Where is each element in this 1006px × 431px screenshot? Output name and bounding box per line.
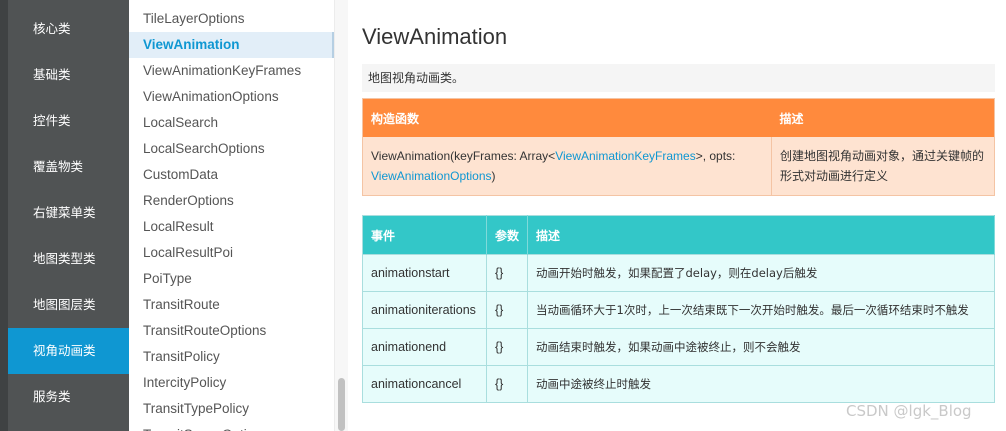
page-title: ViewAnimation xyxy=(362,24,508,49)
event-name: animationend xyxy=(362,328,487,366)
category-overlay[interactable]: 覆盖物类 xyxy=(8,144,129,190)
watermark: CSDN @lgk_Blog xyxy=(846,402,972,420)
table-row: animationstart {} 动画开始时触发，如果配置了delay，则在d… xyxy=(362,254,995,292)
category-map-type[interactable]: 地图类型类 xyxy=(8,236,129,282)
event-desc: 动画开始时触发，如果配置了delay，则在delay后触发 xyxy=(527,254,995,292)
event-params: {} xyxy=(486,254,528,292)
events-header-params: 参数 xyxy=(486,215,528,255)
events-header-event: 事件 xyxy=(362,215,487,255)
class-item[interactable]: LocalResultPoi xyxy=(129,240,334,266)
event-name: animationstart xyxy=(362,254,487,292)
nav-edge xyxy=(0,0,8,431)
event-desc: 当动画循环大于1次时，上一次结束既下一次开始时触发。最后一次循环结束时不触发 xyxy=(527,291,995,329)
events-table: 事件 参数 描述 animationstart {} 动画开始时触发，如果配置了… xyxy=(362,215,995,403)
event-desc: 动画中途被终止时触发 xyxy=(527,365,995,403)
class-list: TileLayerOptions ViewAnimation ViewAnima… xyxy=(129,0,348,431)
class-item[interactable]: TransitRouteOptions xyxy=(129,318,334,344)
table-row: animationcancel {} 动画中途被终止时触发 xyxy=(362,365,995,403)
event-params: {} xyxy=(486,365,528,403)
event-name: animationcancel xyxy=(362,365,487,403)
constructor-table: 构造函数 描述 ViewAnimation(keyFrames: Array<V… xyxy=(362,98,995,196)
category-service[interactable]: 服务类 xyxy=(8,374,129,420)
class-item[interactable]: TransitRoute xyxy=(129,292,334,318)
class-item[interactable]: TransitPolicy xyxy=(129,344,334,370)
category-core[interactable]: 核心类 xyxy=(8,6,129,52)
class-description: 地图视角动画类。 xyxy=(362,64,995,92)
category-control[interactable]: 控件类 xyxy=(8,98,129,144)
ctor-sig-suffix: ) xyxy=(491,169,496,183)
scrollbar-thumb[interactable] xyxy=(338,378,345,431)
ctor-description: 创建地图视角动画对象，通过关键帧的形式对动画进行定义 xyxy=(771,137,995,196)
category-base[interactable]: 基础类 xyxy=(8,52,129,98)
class-item-active[interactable]: ViewAnimation xyxy=(129,32,334,58)
class-item[interactable]: PoiType xyxy=(129,266,334,292)
link-keyframes[interactable]: ViewAnimationKeyFrames xyxy=(555,149,696,163)
event-params: {} xyxy=(486,291,528,329)
category-context-menu[interactable]: 右键菜单类 xyxy=(8,190,129,236)
class-item[interactable]: LocalSearch xyxy=(129,110,334,136)
class-list-scrollbar[interactable] xyxy=(334,0,348,431)
class-item[interactable]: IntercityPolicy xyxy=(129,370,334,396)
ctor-signature: ViewAnimation(keyFrames: Array<ViewAnima… xyxy=(362,137,772,196)
class-item[interactable]: ViewAnimationKeyFrames xyxy=(129,58,334,84)
class-item[interactable]: TileLayerOptions xyxy=(129,6,334,32)
event-name: animationiterations xyxy=(362,291,487,329)
category-view-animation[interactable]: 视角动画类 xyxy=(8,328,129,374)
category-nav: 核心类 基础类 控件类 覆盖物类 右键菜单类 地图类型类 地图图层类 视角动画类… xyxy=(0,0,129,431)
table-row: animationend {} 动画结束时触发，如果动画中途被终止，则不会触发 xyxy=(362,328,995,366)
ctor-header-function: 构造函数 xyxy=(362,98,772,137)
event-params: {} xyxy=(486,328,528,366)
table-row: animationiterations {} 当动画循环大于1次时，上一次结束既… xyxy=(362,291,995,329)
category-map-layer[interactable]: 地图图层类 xyxy=(8,282,129,328)
ctor-header-desc: 描述 xyxy=(771,98,995,137)
class-item[interactable]: LocalSearchOptions xyxy=(129,136,334,162)
class-item[interactable]: CustomData xyxy=(129,162,334,188)
class-item[interactable]: TransitTypePolicy xyxy=(129,396,334,422)
link-options[interactable]: ViewAnimationOptions xyxy=(371,169,492,183)
events-header-desc: 描述 xyxy=(527,215,995,255)
ctor-sig-middle: >, opts: xyxy=(695,149,736,163)
ctor-sig-prefix: ViewAnimation(keyFrames: Array< xyxy=(371,149,556,163)
class-item[interactable]: RenderOptions xyxy=(129,188,334,214)
class-item[interactable]: ViewAnimationOptions xyxy=(129,84,334,110)
class-item[interactable]: TransitSceneOptions xyxy=(129,422,334,431)
event-desc: 动画结束时触发，如果动画中途被终止，则不会触发 xyxy=(527,328,995,366)
class-item[interactable]: LocalResult xyxy=(129,214,334,240)
